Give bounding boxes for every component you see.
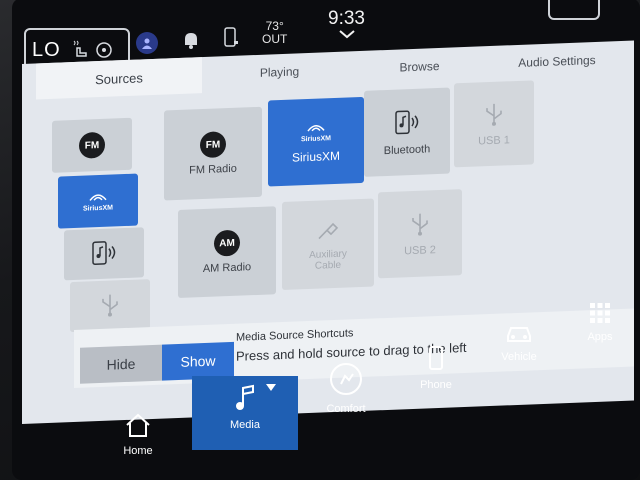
source-label: USB 1 — [478, 133, 510, 147]
source-siriusxm[interactable]: SiriusXM SiriusXM — [268, 96, 364, 187]
usb-icon — [409, 211, 431, 239]
nav-label: Media — [230, 419, 260, 431]
dropdown-arrow-icon — [266, 382, 276, 394]
fm-logo-icon: FM — [79, 131, 105, 159]
aux-cable-icon — [315, 217, 341, 245]
shortcut-siriusxm[interactable]: SiriusXM — [58, 173, 138, 229]
fm-logo-icon: FM — [200, 131, 226, 159]
bluetooth-audio-icon — [90, 239, 118, 269]
nav-label: Apps — [587, 331, 613, 343]
source-label: Auxiliary Cable — [309, 248, 347, 272]
car-icon — [505, 322, 533, 347]
am-logo-icon: AM — [214, 229, 240, 257]
tab-audio-settings[interactable]: Audio Settings — [482, 41, 632, 83]
nav-phone[interactable]: Phone — [408, 346, 464, 391]
siriusxm-logo-icon: SiriusXM — [83, 189, 113, 213]
shortcut-usb[interactable] — [70, 279, 150, 333]
source-auxiliary-cable[interactable]: Auxiliary Cable — [282, 198, 374, 291]
apps-grid-icon — [589, 302, 611, 327]
siriusxm-logo-text: SiriusXM — [83, 204, 113, 213]
temperature-label: OUT — [262, 32, 288, 46]
source-label: USB 2 — [404, 243, 436, 257]
source-am-radio[interactable]: AM AM Radio — [178, 206, 276, 299]
shortcut-fm[interactable]: FM — [52, 117, 132, 173]
nav-home[interactable]: Home — [110, 412, 166, 457]
nav-label: Home — [123, 445, 153, 457]
bottom-nav: Home Media Comfort Phone Vehicle Apps — [70, 303, 640, 480]
usb-icon — [483, 101, 505, 129]
comfort-icon — [329, 362, 363, 399]
nav-label: Comfort — [326, 403, 366, 415]
nav-label: Vehicle — [501, 351, 537, 363]
shortcut-bluetooth[interactable] — [64, 227, 144, 281]
chevron-down-icon[interactable] — [339, 30, 355, 42]
usb-icon — [99, 292, 121, 320]
siriusxm-logo-text: SiriusXM — [301, 134, 331, 143]
source-label: SiriusXM — [291, 148, 340, 165]
nav-comfort[interactable]: Comfort — [318, 362, 374, 415]
rear-climate-box[interactable] — [548, 0, 600, 20]
siriusxm-logo-icon: SiriusXM — [301, 120, 331, 144]
nav-media[interactable]: Media — [192, 376, 298, 450]
tab-browse[interactable]: Browse — [357, 46, 482, 87]
bluetooth-audio-icon — [393, 108, 421, 138]
heated-wheel-icon[interactable] — [95, 41, 113, 59]
notification-bell-icon[interactable] — [180, 28, 202, 52]
nav-label: Phone — [420, 379, 452, 391]
source-label: FM Radio — [189, 162, 237, 177]
phone-connection-icon[interactable] — [220, 26, 242, 50]
nav-vehicle[interactable]: Vehicle — [490, 322, 548, 363]
driver-profile-icon[interactable] — [136, 32, 158, 54]
tab-playing[interactable]: Playing — [202, 51, 357, 93]
outside-temperature: 73° OUT — [262, 20, 287, 46]
source-fm-radio[interactable]: FM FM Radio — [164, 106, 262, 201]
source-usb-1[interactable]: USB 1 — [454, 80, 534, 168]
phone-icon — [428, 346, 444, 375]
source-label: Bluetooth — [383, 142, 431, 157]
home-icon — [124, 412, 152, 441]
tab-sources[interactable]: Sources — [36, 57, 202, 100]
heated-seat-icon[interactable] — [71, 40, 91, 60]
clock: 9:33 — [328, 8, 365, 29]
nav-apps[interactable]: Apps — [572, 302, 628, 343]
climate-mode: LO — [32, 38, 61, 61]
source-label: AM Radio — [202, 261, 252, 276]
source-usb-2[interactable]: USB 2 — [378, 189, 462, 279]
source-bluetooth[interactable]: Bluetooth — [364, 87, 450, 177]
music-note-icon — [233, 384, 257, 415]
